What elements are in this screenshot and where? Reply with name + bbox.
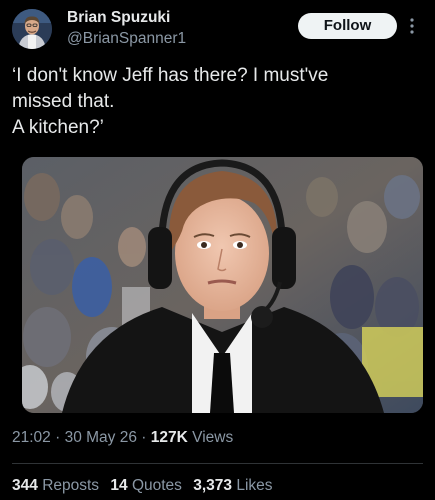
- follow-button[interactable]: Follow: [298, 13, 397, 39]
- quotes-label: Quotes: [131, 477, 182, 494]
- quotes-stat[interactable]: 14 Quotes: [110, 477, 182, 494]
- reposts-count: 344: [12, 477, 38, 494]
- tweet-date[interactable]: 30 May 26: [65, 429, 137, 446]
- likes-stat[interactable]: 3,373 Likes: [193, 477, 272, 494]
- tweet-time[interactable]: 21:02: [12, 429, 51, 446]
- meta-separator: ·: [55, 429, 61, 446]
- views-count: 127K: [150, 429, 188, 446]
- tweet-text: ‘I don't know Jeff has there? I must've …: [12, 63, 422, 141]
- meta-separator: ·: [141, 429, 147, 446]
- likes-count: 3,373: [193, 477, 233, 494]
- engagement-stats: 344 Reposts 14 Quotes 3,373 Likes: [12, 477, 280, 495]
- author-handle[interactable]: @BrianSpanner1: [67, 30, 186, 48]
- quotes-count: 14: [110, 477, 128, 494]
- views-label: Views: [192, 429, 234, 446]
- more-options-icon: [410, 18, 414, 34]
- more-options-button[interactable]: [405, 14, 419, 38]
- avatar-image: [12, 9, 52, 49]
- photo-image: [22, 157, 423, 413]
- likes-label: Likes: [236, 477, 273, 494]
- reposts-stat[interactable]: 344 Reposts: [12, 477, 99, 494]
- avatar[interactable]: [12, 9, 52, 49]
- reposts-label: Reposts: [42, 477, 100, 494]
- tweet-meta: 21:02 · 30 May 26 · 127K Views: [12, 429, 233, 447]
- tweet-text-line: missed that.: [12, 91, 115, 112]
- tweet-media-photo[interactable]: [22, 157, 423, 413]
- tweet: Brian Spuzuki @BrianSpanner1 Follow ‘I d…: [0, 0, 435, 500]
- divider: [12, 463, 423, 464]
- author-name[interactable]: Brian Spuzuki: [67, 9, 170, 27]
- tweet-text-line: ‘I don't know Jeff has there? I must've: [12, 65, 329, 86]
- tweet-text-line: A kitchen?’: [12, 117, 104, 138]
